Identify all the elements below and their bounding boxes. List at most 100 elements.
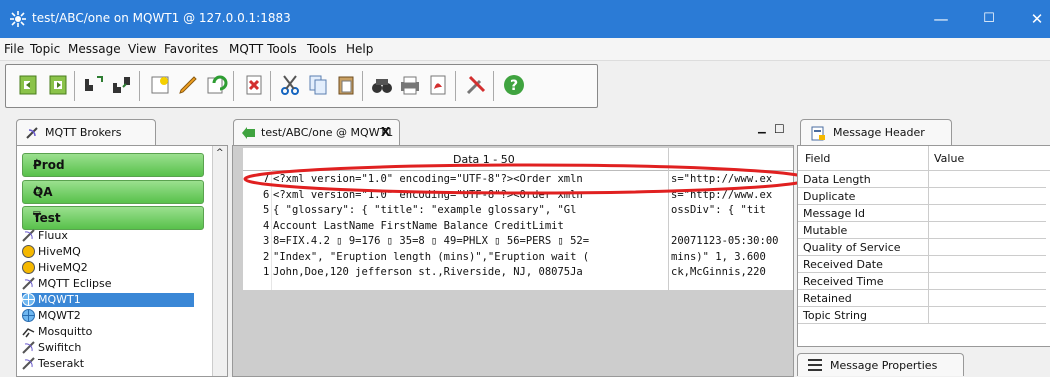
collapse-icon[interactable]: △ <box>33 184 193 195</box>
header-field-row[interactable]: Mutable <box>798 222 1046 239</box>
toolbar-separator <box>270 71 271 101</box>
panel-restore-icon[interactable]: ☐ <box>774 122 785 136</box>
table-row[interactable]: 6 <?xml version="1.0" encoding="UTF-8"?><… <box>243 189 793 204</box>
message-header-tab[interactable]: Message Header <box>800 119 952 146</box>
table-row[interactable]: 7 <?xml version="1.0" encoding="UTF-8"?><… <box>243 173 793 188</box>
refresh-icon[interactable] <box>204 73 228 97</box>
header-field-row[interactable]: Topic String <box>798 307 1046 324</box>
header-field-row[interactable]: Duplicate <box>798 188 1046 205</box>
toolbar-separator <box>362 71 363 101</box>
menu-tools[interactable]: Tools <box>307 42 337 56</box>
menu-bar: File Topic Message View Favorites MQTT T… <box>0 38 1050 61</box>
header-field-label: Topic String <box>803 309 867 322</box>
toolbar-separator <box>74 71 75 101</box>
table-row[interactable]: 4 Account LastName FirstName Balance Cred… <box>243 220 793 235</box>
header-field-row[interactable]: Data Length <box>798 171 1046 188</box>
disconnect-icon[interactable] <box>110 73 134 97</box>
brokers-scrollbar[interactable]: ^ <box>212 146 227 376</box>
table-row[interactable]: 2 "Index", "Eruption length (mins)","Erup… <box>243 251 793 266</box>
row-payload-start: "Index", "Eruption length (mins)","Erupt… <box>273 250 590 263</box>
panel-minimize-icon[interactable]: ▁ <box>758 123 766 134</box>
broker-group-prod[interactable]: Prod △ <box>22 153 204 177</box>
message-header-panel: Field Value Data Length Duplicate Message … <box>797 145 1050 347</box>
broker-item-hivemq2[interactable]: HiveMQ2 <box>22 261 202 275</box>
print-icon[interactable] <box>398 73 422 97</box>
row-payload-end: ossDiv": { "tit <box>671 204 766 216</box>
broker-group-test[interactable]: Test ▽ <box>22 206 204 230</box>
row-payload-end: s="http://www.ex <box>671 188 773 201</box>
close-tab-icon[interactable]: X <box>381 125 390 139</box>
find-icon[interactable] <box>370 73 394 97</box>
antenna-icon <box>22 357 35 370</box>
header-field-row[interactable]: Received Date <box>798 256 1046 273</box>
header-table-head: Field Value <box>798 146 1050 171</box>
broker-group-qa[interactable]: QA △ <box>22 180 204 204</box>
collapse-icon[interactable]: △ <box>33 157 193 168</box>
help-icon[interactable]: ? <box>502 73 526 97</box>
broker-item-mqwt1[interactable]: MQWT1 <box>22 293 194 307</box>
mosquitto-icon <box>22 328 35 338</box>
message-properties-tab[interactable]: Message Properties <box>797 353 964 376</box>
menu-favorites[interactable]: Favorites <box>164 42 218 56</box>
table-row[interactable]: 1 John,Doe,120 jefferson st.,Riverside, N… <box>243 266 793 281</box>
row-number: 3 <box>263 235 270 247</box>
data-tab-title: test/ABC/one @ MQWT1 <box>261 126 394 139</box>
export-icon[interactable] <box>46 73 70 97</box>
header-field-row[interactable]: Retained <box>798 290 1046 307</box>
row-number: 7 <box>263 173 270 185</box>
broker-item-mqwt2[interactable]: MQWT2 <box>22 309 202 323</box>
menu-topic[interactable]: Topic <box>30 42 60 56</box>
menu-mqtt-tools[interactable]: MQTT Tools <box>229 42 297 56</box>
list-icon <box>808 359 822 371</box>
hivemq-icon <box>22 245 35 258</box>
header-field-label: Message Id <box>803 207 865 220</box>
import-icon[interactable] <box>16 73 40 97</box>
pdf-icon[interactable] <box>426 73 450 97</box>
expand-icon[interactable]: ▽ <box>33 210 193 221</box>
tools-icon[interactable] <box>464 73 488 97</box>
header-field-label: Received Time <box>803 275 884 288</box>
header-field-label: Mutable <box>803 224 848 237</box>
brokers-title: MQTT Brokers <box>45 126 122 139</box>
brokers-tab[interactable]: MQTT Brokers <box>16 119 156 146</box>
broker-item-mosquitto[interactable]: Mosquitto <box>22 325 202 339</box>
edit-icon[interactable] <box>176 73 200 97</box>
data-tab[interactable]: test/ABC/one @ MQWT1 X <box>233 119 400 146</box>
broker-item-fluux[interactable]: Fluux <box>22 229 202 243</box>
header-field-row[interactable]: Quality of Service <box>798 239 1046 256</box>
menu-message[interactable]: Message <box>68 42 121 56</box>
header-field-row[interactable]: Received Time <box>798 273 1046 290</box>
app-icon <box>10 11 26 27</box>
minimize-button[interactable]: — <box>918 0 964 38</box>
row-number: 2 <box>263 250 270 263</box>
row-payload-start: John,Doe,120 jefferson st.,Riverside, NJ… <box>273 266 583 278</box>
table-row[interactable]: 5{ "glossary": { "title": "example gloss… <box>243 204 793 219</box>
message-properties-title: Message Properties <box>830 359 938 372</box>
delete-icon[interactable] <box>242 73 266 97</box>
row-payload-end: mins)" 1, 3.600 <box>671 250 766 263</box>
cut-icon[interactable] <box>278 73 302 97</box>
row-payload-end <box>671 220 793 235</box>
new-icon[interactable] <box>148 73 172 97</box>
menu-file[interactable]: File <box>4 42 24 56</box>
copy-icon[interactable] <box>306 73 330 97</box>
toolbar-separator <box>139 71 140 101</box>
broker-item-hivemq[interactable]: HiveMQ <box>22 245 202 259</box>
header-field-row[interactable]: Message Id <box>798 205 1046 222</box>
connect-icon[interactable] <box>82 73 106 97</box>
maximize-button[interactable]: ☐ <box>966 0 1012 38</box>
paste-icon[interactable] <box>334 73 358 97</box>
value-column-header: Value <box>934 152 965 165</box>
broker-item-mqtt-eclipse[interactable]: MQTT Eclipse <box>22 277 202 291</box>
row-payload-start: Account LastName FirstName Balance Credi… <box>273 219 564 232</box>
toolbar: ? <box>5 64 598 108</box>
table-row[interactable]: 3 8=FIX.4.2 ▯ 9=176 ▯ 35=8 ▯ 49=PHLX ▯ 56… <box>243 235 793 250</box>
menu-help[interactable]: Help <box>346 42 373 56</box>
close-button[interactable]: ✕ <box>1014 0 1050 38</box>
broker-item-teserakt[interactable]: Teserakt <box>22 357 202 371</box>
header-field-label: Duplicate <box>803 190 856 203</box>
scroll-up-icon[interactable]: ^ <box>216 148 224 158</box>
svg-text:?: ? <box>510 78 518 94</box>
menu-view[interactable]: View <box>128 42 156 56</box>
broker-item-swifitch[interactable]: Swifitch <box>22 341 202 355</box>
